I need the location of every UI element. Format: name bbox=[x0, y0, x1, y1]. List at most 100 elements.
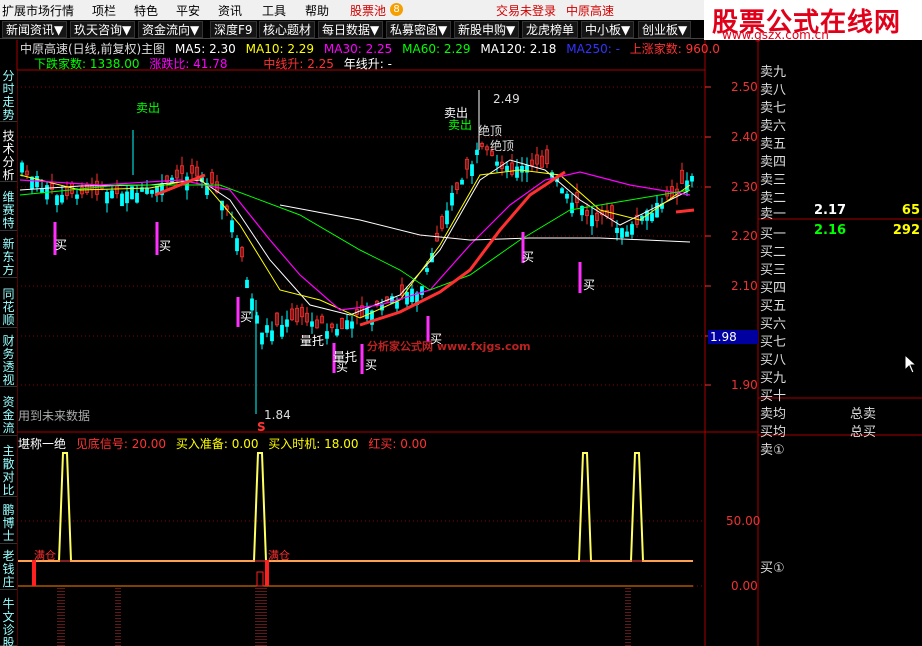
candle-body bbox=[365, 308, 369, 319]
legend-buy-prep: 买入准备: 0.00 bbox=[175, 437, 259, 451]
candle-body bbox=[570, 202, 574, 214]
side-tab-technical[interactable]: 技术分析 bbox=[0, 130, 17, 182]
buy-queue-label: 买① bbox=[760, 561, 785, 576]
candle-body bbox=[620, 228, 624, 238]
sub-axis-tick: 50.00 bbox=[726, 514, 761, 528]
candle-body bbox=[650, 212, 654, 222]
candle-body bbox=[285, 319, 289, 327]
legend-ma250: MA250: - bbox=[566, 42, 620, 56]
candle-body bbox=[405, 292, 409, 305]
side-tab-capital[interactable]: 资金流 bbox=[0, 396, 17, 436]
buy-queue-row[interactable]: 买① bbox=[760, 556, 922, 576]
side-tab-main-vs-retail[interactable]: 主散对比 bbox=[0, 445, 17, 497]
candle-body bbox=[495, 161, 499, 166]
candle-body bbox=[630, 224, 634, 235]
candle-body bbox=[345, 320, 349, 330]
buy-label: 买 bbox=[240, 310, 253, 324]
price-tick: 2.50 bbox=[731, 80, 758, 94]
price-tick: 2.30 bbox=[731, 180, 758, 194]
candle-body bbox=[475, 149, 479, 155]
candle-body bbox=[260, 332, 264, 345]
watermark: 分析家公式网 www.fxjgs.com bbox=[367, 340, 531, 353]
ask1-volume: 65 bbox=[901, 203, 920, 218]
sub-indicator-title: 堪称一绝 bbox=[18, 437, 67, 451]
side-tab-xindongfang[interactable]: 新东方 bbox=[0, 238, 17, 278]
candle-body bbox=[420, 286, 424, 295]
bid-row-1[interactable]: 买一 2.16 292 bbox=[760, 222, 922, 242]
candle-body bbox=[235, 238, 239, 252]
candle-body bbox=[270, 330, 274, 342]
trend-line-red bbox=[675, 208, 695, 214]
buy-label: 买 bbox=[430, 332, 443, 346]
candle-body bbox=[520, 166, 524, 173]
legend-year-up: 年线升: - bbox=[343, 57, 392, 71]
sell-signal-label: 卖出 bbox=[136, 101, 161, 115]
ask-row: 卖八 bbox=[760, 78, 922, 98]
candle-body bbox=[505, 165, 509, 172]
candle-body bbox=[145, 187, 149, 194]
legend-up-count: 上涨家数: 960.0 bbox=[629, 42, 720, 56]
ask-row: 卖三 bbox=[760, 168, 922, 188]
candle-body bbox=[615, 227, 619, 233]
candle-body bbox=[655, 202, 659, 218]
candle-body bbox=[325, 331, 329, 339]
ma10-line bbox=[19, 169, 691, 319]
candle-body bbox=[515, 166, 519, 178]
red-buy-bar bbox=[265, 560, 269, 586]
price-tick: 1.90 bbox=[731, 378, 758, 392]
legend-down-count: 下跌家数: 1338.00 bbox=[34, 57, 140, 71]
main-chart-title: 中原高速(日线,前复权)主图 bbox=[20, 42, 166, 56]
candle-body bbox=[265, 325, 269, 333]
candle-body bbox=[460, 179, 464, 185]
red-buy-box bbox=[256, 571, 264, 587]
candle-body bbox=[395, 301, 399, 309]
price-tick: 2.40 bbox=[731, 130, 758, 144]
order-book-panel: 卖九 卖八 卖七 卖六 卖五 卖四 卖三 卖二 卖一 2.17 65 买一 2.… bbox=[760, 40, 922, 646]
bid-row: 买九 bbox=[760, 366, 922, 386]
side-tab-pengboshi[interactable]: 鹏博士 bbox=[0, 504, 17, 544]
sell-queue-label: 卖① bbox=[760, 443, 785, 458]
side-tab-tonghuashun[interactable]: 同花顺 bbox=[0, 288, 17, 328]
future-data-note: 用到未来数据 bbox=[18, 409, 91, 423]
candle-body bbox=[335, 329, 339, 336]
candle-body bbox=[75, 194, 79, 199]
candle-body bbox=[120, 193, 124, 207]
sub-axis-tick: 0.00 bbox=[731, 579, 758, 593]
legend-ma5: MA5: 2.30 bbox=[175, 42, 236, 56]
high-price-label: 2.49 bbox=[493, 92, 520, 106]
sub-indicator-line bbox=[18, 452, 693, 562]
legend-ratio: 涨跌比: 41.78 bbox=[149, 57, 228, 71]
main-legend-row2: 下跌家数: 1338.00 涨跌比: 41.78 中线升: 2.25 年线升: … bbox=[34, 55, 398, 72]
legend-ma10: MA10: 2.29 bbox=[245, 42, 315, 56]
candle-body bbox=[125, 191, 129, 204]
candle-body bbox=[280, 324, 284, 337]
candle-body bbox=[40, 188, 44, 193]
candle-body bbox=[230, 220, 234, 233]
side-tab-weisaite[interactable]: 维赛特 bbox=[0, 191, 17, 231]
red-buy-bar bbox=[32, 560, 36, 586]
side-tab-laoqianzhuang[interactable]: 老钱庄 bbox=[0, 550, 17, 590]
buy-signal-bar bbox=[360, 344, 364, 374]
bid-row: 买七 bbox=[760, 330, 922, 350]
ask-label: 卖一 bbox=[760, 207, 787, 222]
s-marker: S bbox=[257, 420, 266, 434]
bid-row: 买五 bbox=[760, 294, 922, 314]
low-price-label: 1.84 bbox=[264, 408, 291, 422]
side-tab-niuwen[interactable]: 牛文诊股 bbox=[0, 598, 17, 646]
candle-body bbox=[470, 164, 474, 177]
sell-queue-row[interactable]: 卖① bbox=[760, 438, 922, 458]
legend-ma30: MA30: 2.25 bbox=[323, 42, 393, 56]
side-tab-intraday[interactable]: 分时走势 bbox=[0, 70, 17, 122]
bid-row: 买六 bbox=[760, 312, 922, 332]
candle-body bbox=[135, 192, 139, 203]
ask-row-1[interactable]: 卖一 2.17 65 bbox=[760, 202, 922, 222]
side-tab-finance[interactable]: 财务透视 bbox=[0, 335, 17, 387]
buy-label: 买 bbox=[522, 250, 535, 264]
candle-body bbox=[60, 194, 64, 203]
ask-row: 卖四 bbox=[760, 150, 922, 170]
mouse-cursor-icon bbox=[904, 354, 918, 374]
legend-buy-time: 买入时机: 18.00 bbox=[268, 437, 359, 451]
sell-signal-label-3: 卖出 bbox=[448, 118, 473, 132]
candle-body bbox=[20, 162, 24, 173]
candle-body bbox=[445, 210, 449, 225]
